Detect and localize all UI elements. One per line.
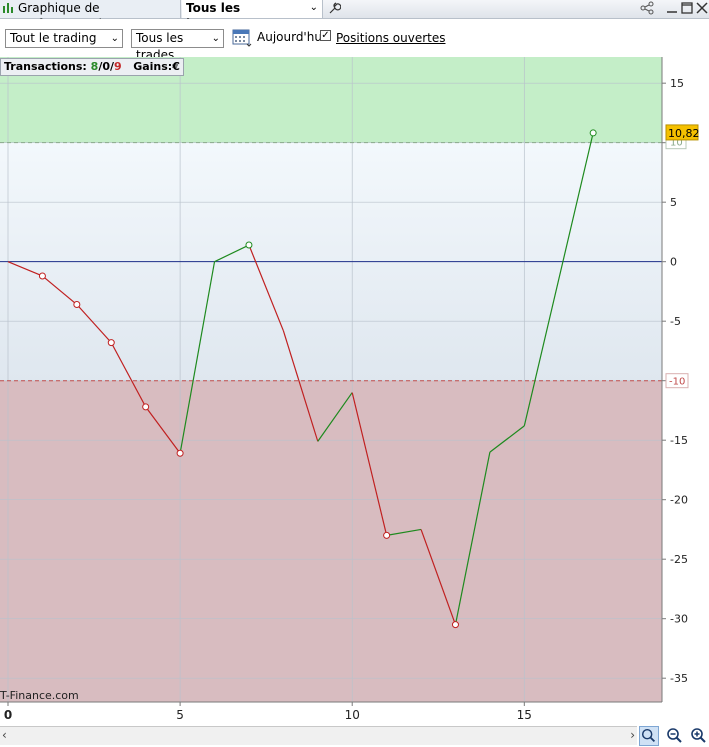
lower-band-label: -10 [669, 377, 685, 388]
y-tick-label: -30 [670, 613, 688, 626]
y-tick-label: -20 [670, 494, 688, 507]
x-tick-label: 15 [517, 708, 532, 722]
minimize-icon[interactable] [665, 1, 679, 15]
trades-filter-select[interactable]: Tous les trades ⌄ [131, 29, 224, 62]
scroll-right-icon[interactable]: › [630, 728, 635, 742]
zoom-out-icon[interactable] [665, 726, 685, 746]
maximize-icon[interactable] [680, 1, 694, 15]
tab-bar: Graphique de performance brute Tous les … [0, 0, 709, 31]
trade-marker [142, 403, 150, 411]
gains-label: Gains: [133, 60, 173, 73]
trade-marker [38, 272, 46, 280]
y-tick-label: 15 [670, 77, 684, 90]
neutral-trades-count: 0 [102, 60, 111, 73]
transactions-summary: Transactions: 8/0/9 Gains:€ [0, 58, 184, 76]
performance-chart[interactable]: 151050-5-10-15-20-25-30-3505101510-1010,… [0, 57, 709, 725]
lower-zone [0, 380, 662, 702]
wrench-icon[interactable] [327, 1, 341, 15]
horizontal-scrollbar[interactable]: ‹ › [0, 726, 637, 745]
x-tick-label: 0 [4, 708, 12, 722]
close-icon[interactable] [695, 1, 709, 15]
scroll-left-icon[interactable]: ‹ [2, 728, 7, 742]
x-tick-label: 10 [345, 708, 360, 722]
trade-marker [107, 339, 115, 347]
y-tick-label: -5 [670, 315, 681, 328]
chevron-down-icon: ⌄ [211, 33, 220, 44]
trade-marker [176, 449, 184, 457]
losing-trades-count: 9 [114, 60, 122, 73]
trade-marker [383, 531, 391, 539]
toolbar: Tout le trading ⌄ Tous les trades ⌄ Aujo… [0, 19, 709, 62]
gains-value: € [172, 60, 180, 73]
y-tick-label: -25 [670, 553, 688, 566]
today-button[interactable]: Aujourd'hui [257, 30, 325, 44]
open-positions-label[interactable]: Positions ouvertes [336, 31, 446, 45]
zoom-select-icon[interactable] [639, 726, 659, 746]
share-icon[interactable] [640, 1, 654, 15]
trading-scope-select[interactable]: Tout le trading ⌄ [5, 29, 123, 48]
trade-marker [451, 621, 459, 629]
watermark: T-Finance.com [0, 689, 79, 702]
transactions-label: Transactions: [4, 60, 87, 73]
x-tick-label: 5 [176, 708, 184, 722]
trading-scope-value: Tout le trading [10, 31, 97, 45]
trade-marker [73, 301, 81, 309]
chevron-down-icon: ⌄ [309, 2, 318, 13]
y-tick-label: -35 [670, 672, 688, 685]
y-tick-label: 5 [670, 196, 677, 209]
zoom-in-icon[interactable] [689, 726, 709, 746]
tab-performance-chart[interactable]: Graphique de performance brute [0, 0, 181, 31]
chart-icon [3, 3, 13, 13]
chevron-down-icon: ⌄ [110, 33, 119, 44]
trade-marker [245, 241, 253, 249]
y-tick-label: -15 [670, 434, 688, 447]
open-positions-checkbox[interactable]: ✓ [320, 30, 331, 41]
trade-marker [589, 129, 597, 137]
calendar-icon[interactable] [232, 27, 252, 47]
y-tick-label: 0 [670, 256, 677, 269]
last-value-label: 10,82 [668, 127, 700, 140]
tab-instruments-dropdown[interactable]: Tous les instruments ⌄ [182, 0, 323, 31]
